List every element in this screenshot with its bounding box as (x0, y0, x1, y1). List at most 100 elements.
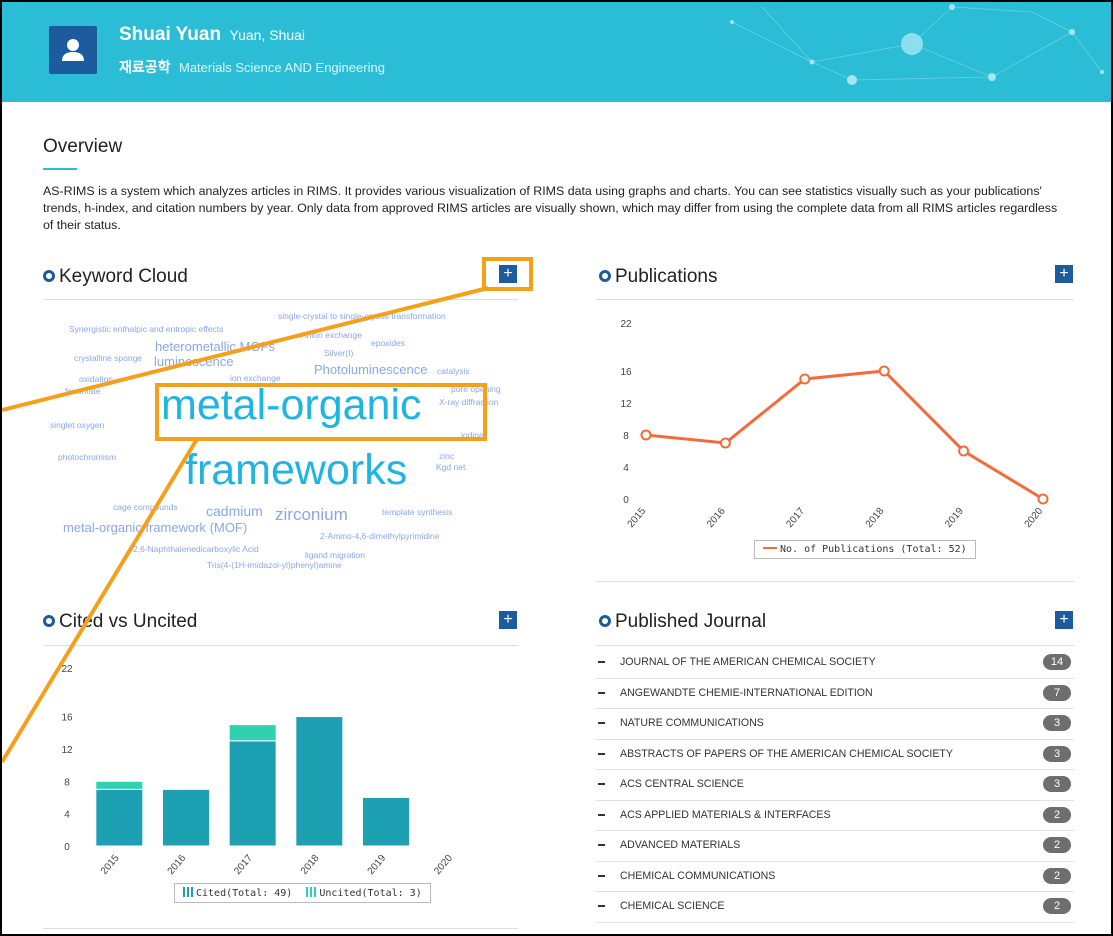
researcher-name: Shuai Yuan Yuan, Shuai (119, 24, 305, 46)
keyword[interactable]: Tris(4-(1H-imidazol-yl)phenyl)amine (207, 560, 342, 570)
journal-item[interactable]: ANGEWANDTE CHEMIE-INTERNATIONAL EDITION 7 (596, 679, 1074, 709)
y-tick-label: 16 (61, 713, 73, 724)
x-tick-label: 2019 (366, 853, 389, 877)
keyword[interactable]: Silver(I) (324, 348, 353, 358)
y-tick-label: 0 (623, 495, 629, 506)
cited-title: Cited vs Uncited (43, 611, 197, 633)
bar-chart-icon (183, 887, 193, 897)
publications-title: Publications (599, 266, 717, 288)
journal-name[interactable]: CHEMICAL COMMUNICATIONS (620, 870, 775, 882)
name-alt: Yuan, Shuai (229, 27, 306, 43)
bullet-icon (43, 270, 55, 282)
bullet-icon (599, 615, 611, 627)
journal-item[interactable]: ADVANCED MATERIALS 2 (596, 831, 1074, 862)
legend-cited[interactable]: Cited(Total: 49) (196, 888, 292, 899)
published-journal-title: Published Journal (599, 611, 766, 633)
x-tick-label: 2017 (784, 506, 807, 530)
journal-item[interactable]: ACS APPLIED MATERIALS & INTERFACES 2 (596, 801, 1074, 831)
cited-bar (362, 796, 410, 847)
dash-icon (598, 813, 605, 816)
journal-name[interactable]: ADVANCED MATERIALS (620, 839, 740, 851)
journal-name[interactable]: ACS CENTRAL SCIENCE (620, 778, 744, 790)
keyword[interactable]: fenamate (65, 386, 100, 396)
keyword[interactable]: epoxides (371, 338, 405, 348)
x-tick-label: 2015 (99, 853, 122, 877)
keyword[interactable]: Synergistic enthalpic and entropic effec… (69, 324, 223, 334)
journal-name[interactable]: NATURE COMMUNICATIONS (620, 717, 764, 729)
keyword[interactable]: Anion exchange (301, 330, 362, 340)
data-point (878, 365, 890, 377)
journal-item[interactable]: JOURNAL OF THE AMERICAN CHEMICAL SOCIETY… (596, 648, 1074, 679)
keyword[interactable]: cadmium (206, 503, 263, 519)
y-tick-label: 12 (620, 399, 632, 410)
department-korean: 재료공학 (119, 59, 171, 75)
publications-legend[interactable]: No. of Publications (Total: 52) (754, 540, 976, 559)
dash-icon (598, 722, 605, 724)
bullet-icon (43, 615, 55, 627)
data-point (719, 437, 731, 449)
publications-expand-button[interactable]: + (1055, 265, 1073, 283)
keyword[interactable]: photochromism (58, 452, 116, 462)
keyword-second[interactable]: frameworks (185, 447, 407, 493)
legend-marker-icon (763, 542, 777, 549)
keyword-cloud-title: Keyword Cloud (43, 266, 188, 288)
journal-count-badge: 2 (1043, 806, 1071, 823)
keyword[interactable]: catalysis (437, 366, 470, 376)
journal-item[interactable]: CHEMICAL COMMUNICATIONS 2 (596, 862, 1074, 892)
callout-box-expand-button (482, 257, 533, 291)
data-point (1037, 493, 1049, 505)
dash-icon (598, 844, 605, 846)
keyword[interactable]: oxidation (79, 374, 113, 384)
bullet-icon (599, 270, 611, 282)
uncited-bar (228, 724, 277, 742)
keyword[interactable]: template synthesis (382, 507, 452, 517)
data-point (799, 373, 811, 385)
keyword[interactable]: Kgd net (436, 462, 465, 472)
legend-uncited[interactable]: Uncited(Total: 3) (319, 888, 421, 899)
journal-name[interactable]: CHEMICAL SCIENCE (620, 900, 724, 912)
cited-legend: Cited(Total: 49) Uncited(Total: 3) (174, 883, 431, 903)
y-tick-label: 0 (64, 842, 70, 853)
profile-header: Shuai Yuan Yuan, Shuai 재료공학 Materials Sc… (2, 2, 1111, 102)
journal-expand-button[interactable]: + (1055, 611, 1073, 629)
journal-count-badge: 14 (1043, 654, 1071, 670)
keyword[interactable]: ligand migration (305, 550, 365, 560)
divider (596, 299, 1074, 300)
series-line (645, 369, 1044, 501)
keyword[interactable]: Photoluminescence (314, 362, 427, 377)
journal-item[interactable]: ACS CENTRAL SCIENCE 3 (596, 770, 1074, 801)
dash-icon (598, 783, 605, 785)
keyword-cloud: Synergistic enthalpic and entropic effec… (43, 304, 518, 584)
y-tick-label: 12 (61, 745, 73, 756)
divider (43, 299, 518, 300)
y-tick-label: 16 (620, 367, 632, 378)
keyword[interactable]: metal-organic framework (MOF) (63, 520, 247, 535)
keyword[interactable]: cage compounds (113, 502, 178, 512)
keyword[interactable]: heterometallic MOFs (155, 339, 275, 354)
keyword[interactable]: luminescence (154, 354, 234, 369)
keyword[interactable]: crystalline sponge (74, 353, 142, 363)
journal-name[interactable]: ANGEWANDTE CHEMIE-INTERNATIONAL EDITION (620, 687, 873, 699)
y-tick-label: 4 (623, 463, 629, 474)
keyword[interactable]: singlet oxygen (50, 420, 104, 430)
x-tick-label: 2015 (626, 506, 649, 530)
dash-icon (598, 691, 605, 694)
journal-name[interactable]: JOURNAL OF THE AMERICAN CHEMICAL SOCIETY (620, 656, 876, 668)
keyword[interactable]: zinc (439, 451, 454, 461)
y-tick-label: 22 (61, 664, 73, 675)
keyword[interactable]: 2,6-Naphthalenedicarboxylic Acid (133, 544, 259, 554)
journal-item[interactable]: NATURE COMMUNICATIONS 3 (596, 709, 1074, 740)
keyword[interactable]: single-crystal to single-crystal transfo… (278, 311, 446, 321)
dash-icon (598, 874, 605, 877)
journal-item[interactable]: ABSTRACTS OF PAPERS OF THE AMERICAN CHEM… (596, 740, 1074, 770)
journal-count-badge: 2 (1043, 867, 1071, 884)
x-tick-label: 2018 (299, 853, 322, 877)
journal-item[interactable]: CHEMICAL SCIENCE 2 (596, 892, 1074, 923)
cited-expand-button[interactable]: + (499, 611, 517, 629)
overview-divider (43, 168, 77, 170)
keyword[interactable]: 2-Amino-4,6-dimethylpyrimidine (320, 531, 440, 541)
journal-name[interactable]: ABSTRACTS OF PAPERS OF THE AMERICAN CHEM… (620, 748, 953, 760)
divider (43, 928, 518, 929)
keyword[interactable]: zirconium (275, 505, 348, 525)
journal-name[interactable]: ACS APPLIED MATERIALS & INTERFACES (620, 809, 831, 821)
